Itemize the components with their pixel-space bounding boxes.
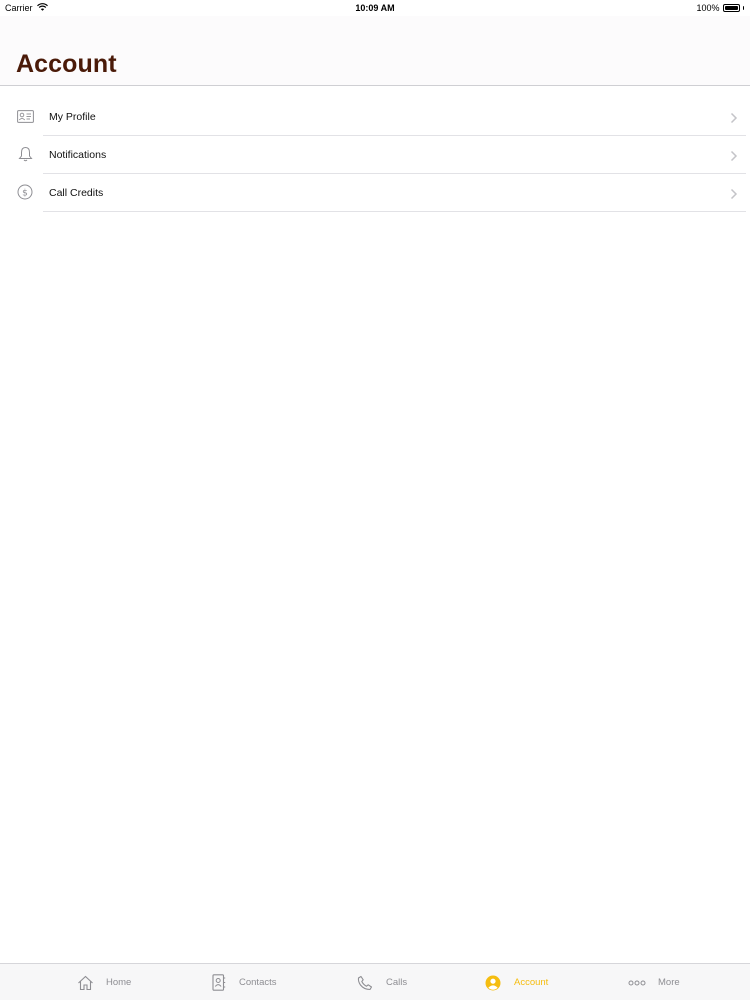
- battery-icon: [722, 4, 740, 12]
- tab-bar: Home Contacts Calls Account More: [0, 963, 750, 1000]
- account-menu-list: My Profile Notifications $ Call Credits: [0, 98, 750, 212]
- battery-fill: [724, 6, 738, 10]
- tab-contacts[interactable]: Contacts: [209, 964, 277, 1000]
- battery-percentage: 100%: [696, 3, 720, 13]
- tab-label: Home: [106, 977, 132, 988]
- person-circle-icon: [484, 974, 502, 992]
- home-icon: [76, 974, 94, 992]
- menu-item-label: Notifications: [49, 149, 107, 161]
- tab-label: More: [658, 977, 680, 988]
- tab-calls[interactable]: Calls: [356, 964, 407, 1000]
- battery-tip: [742, 6, 744, 10]
- chevron-right-icon: [730, 111, 738, 124]
- bell-icon: [16, 145, 34, 163]
- chevron-right-icon: [730, 149, 738, 162]
- ellipsis-icon: [628, 974, 646, 992]
- menu-item-my-profile[interactable]: My Profile: [0, 98, 750, 136]
- id-card-icon: [16, 107, 34, 125]
- chevron-right-icon: [730, 187, 738, 200]
- page-title: Account: [16, 50, 117, 78]
- tab-label: Account: [514, 977, 549, 988]
- phone-icon: [356, 974, 374, 992]
- dollar-circle-icon: $: [16, 183, 34, 201]
- tab-label: Contacts: [239, 977, 277, 988]
- menu-item-label: My Profile: [49, 111, 96, 123]
- tab-home[interactable]: Home: [76, 964, 131, 1000]
- navigation-header: Account: [0, 16, 750, 86]
- status-right: 100%: [696, 3, 744, 13]
- menu-item-label: Call Credits: [49, 187, 104, 199]
- svg-text:$: $: [22, 189, 28, 199]
- menu-item-call-credits[interactable]: $ Call Credits: [0, 174, 750, 212]
- tab-more[interactable]: More: [628, 964, 680, 1000]
- status-bar: Carrier 10:09 AM 100%: [0, 0, 750, 16]
- tab-label: Calls: [386, 977, 408, 988]
- clock: 10:09 AM: [355, 3, 395, 13]
- menu-item-notifications[interactable]: Notifications: [0, 136, 750, 174]
- tab-account[interactable]: Account: [484, 964, 548, 1000]
- row-separator: [43, 211, 746, 212]
- contacts-book-icon: [209, 974, 227, 992]
